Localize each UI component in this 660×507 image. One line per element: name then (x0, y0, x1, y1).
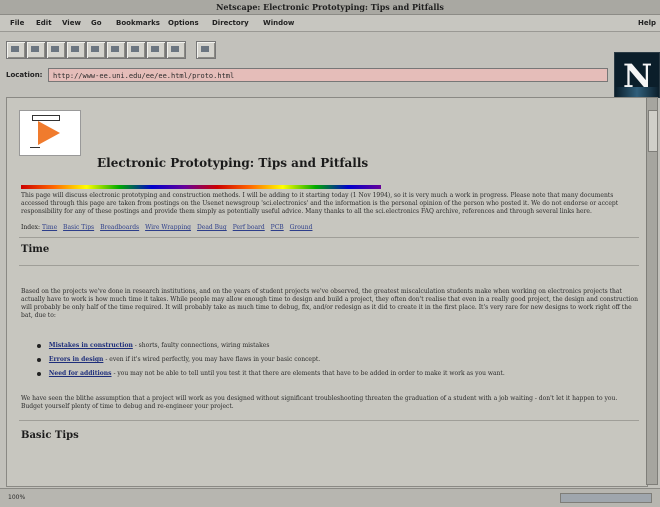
location-bar: Location: http://www-ee.uni.edu/ee/ee.ht… (0, 66, 608, 88)
section-time-heading: Time (21, 244, 50, 255)
index-row: Index: Time Basic Tips Breadboards Wire … (21, 224, 641, 232)
bullet-text: - shorts, faulty connections, wiring mis… (134, 342, 270, 349)
bullet-dot (37, 371, 41, 376)
bullet-text: - you may not be able to tell until you … (113, 370, 505, 377)
ground-symbol (30, 147, 40, 148)
back-button[interactable] (6, 41, 26, 59)
menu-directory[interactable]: Directory (212, 15, 249, 31)
progress-fill (561, 494, 651, 502)
print-button[interactable] (126, 41, 146, 59)
status-bar: 100% (0, 488, 660, 507)
scroll-thumb[interactable] (648, 110, 658, 152)
index-link-wire-wrapping[interactable]: Wire Wrapping (145, 224, 191, 231)
reload-button[interactable] (66, 41, 86, 59)
opamp-image (19, 110, 81, 156)
menu-help[interactable]: Help (638, 15, 656, 31)
window-title: Netscape: Electronic Prototyping: Tips a… (216, 2, 444, 12)
toolbar (0, 32, 600, 66)
images-button[interactable] (86, 41, 106, 59)
menu-file[interactable]: File (10, 15, 24, 31)
location-label: Location: (6, 71, 43, 79)
bullet-item: Mistakes in construction - shorts, fault… (37, 342, 637, 350)
logo-glow (615, 87, 659, 97)
extra-button[interactable] (196, 41, 216, 59)
stop-button[interactable] (166, 41, 186, 59)
progress-bar (560, 493, 652, 503)
index-link-basic-tips[interactable]: Basic Tips (63, 224, 94, 231)
home-button[interactable] (46, 41, 66, 59)
time-paragraph: Based on the projects we've done in rese… (21, 288, 638, 319)
menu-edit[interactable]: Edit (36, 15, 52, 31)
closing-paragraph: We have seen the blithe assumption that … (21, 395, 618, 410)
index-link-breadboards[interactable]: Breadboards (100, 224, 139, 231)
open-button[interactable] (106, 41, 126, 59)
section-divider (19, 265, 639, 266)
title-bar: Netscape: Electronic Prototyping: Tips a… (0, 0, 660, 15)
index-link-ground[interactable]: Ground (290, 224, 313, 231)
rainbow-divider (21, 185, 381, 189)
section-divider (19, 420, 639, 421)
bullet-title[interactable]: Errors in design (49, 356, 103, 363)
vertical-scrollbar[interactable] (646, 97, 658, 485)
bullet-title[interactable]: Need for additions (49, 370, 112, 377)
status-text: 100% (8, 494, 26, 501)
forward-button[interactable] (26, 41, 46, 59)
bullet-title[interactable]: Mistakes in construction (49, 342, 133, 349)
bullet-item: Errors in design - even if it's wired pe… (37, 356, 637, 364)
menu-view[interactable]: View (62, 15, 81, 31)
index-link-pcb[interactable]: PCB (271, 224, 284, 231)
url-field[interactable]: http://www-ee.uni.edu/ee/ee.html/proto.h… (48, 68, 608, 82)
menu-window[interactable]: Window (263, 15, 294, 31)
section-divider (19, 237, 639, 238)
menu-go[interactable]: Go (91, 15, 102, 31)
index-link-dead-bug[interactable]: Dead Bug (197, 224, 227, 231)
index-link-perf-board[interactable]: Perf board (233, 224, 265, 231)
section-basic-heading: Basic Tips (21, 430, 79, 441)
index-link-time[interactable]: Time (42, 224, 57, 231)
bullet-text: - even if it's wired perfectly, you may … (105, 356, 321, 363)
netscape-logo: N (614, 52, 660, 98)
page-title: Electronic Prototyping: Tips and Pitfall… (97, 156, 369, 170)
bullet-dot (37, 357, 41, 362)
intro-paragraph: This page will discuss electronic protot… (21, 192, 619, 215)
browser-window: Netscape: Electronic Prototyping: Tips a… (0, 0, 660, 507)
index-label: Index: (21, 224, 41, 231)
page-content: Electronic Prototyping: Tips and Pitfall… (6, 97, 648, 487)
find-button[interactable] (146, 41, 166, 59)
menu-bar: File Edit View Go Bookmarks Options Dire… (0, 15, 660, 32)
bullet-item: Need for additions - you may not be able… (37, 370, 637, 378)
menu-bookmarks[interactable]: Bookmarks (116, 15, 160, 31)
opamp-triangle (38, 121, 60, 145)
menu-options[interactable]: Options (168, 15, 199, 31)
bullet-dot (37, 343, 41, 348)
